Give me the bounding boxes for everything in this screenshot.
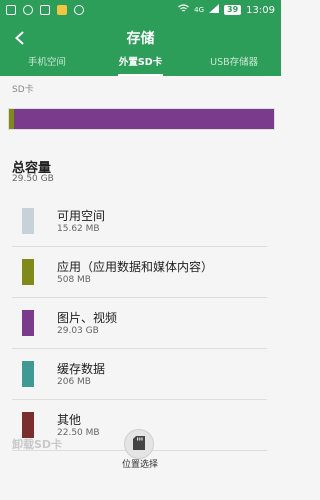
wifi-icon xyxy=(178,4,190,16)
gallery-icon xyxy=(40,5,50,15)
location-select-label: 位置选择 xyxy=(122,460,159,470)
tab-usb-storage[interactable]: USB存储器 xyxy=(187,56,281,76)
color-swatch xyxy=(22,361,34,387)
app-notification-icon xyxy=(57,5,67,15)
app-bar: 存储 xyxy=(0,20,281,56)
battery-indicator: 39 xyxy=(224,5,242,15)
category-size: 508 MB xyxy=(57,275,91,285)
back-chevron-icon[interactable] xyxy=(10,28,30,48)
storage-category-list: 可用空间 15.62 MB 应用（应用数据和媒体内容） 508 MB 图片、视频… xyxy=(0,196,281,451)
unmount-sd-label[interactable]: 卸载SD卡 xyxy=(12,436,62,452)
category-name: 图片、视频 xyxy=(57,311,118,325)
usage-bar xyxy=(8,108,275,130)
category-size: 29.03 GB xyxy=(57,326,99,336)
category-size: 206 MB xyxy=(57,377,91,387)
category-name: 缓存数据 xyxy=(57,362,106,376)
usage-segment-media xyxy=(13,109,274,129)
category-size: 22.50 MB xyxy=(57,428,100,438)
total-capacity-value: 29.50 GB xyxy=(12,174,54,184)
list-item-free-space[interactable]: 可用空间 15.62 MB xyxy=(12,196,267,247)
screenshot-icon xyxy=(6,5,16,15)
page-title: 存储 xyxy=(126,31,155,47)
color-swatch xyxy=(22,208,34,234)
category-name: 其他 xyxy=(57,413,82,427)
list-item-cache[interactable]: 缓存数据 206 MB xyxy=(12,349,267,400)
network-type: 4G xyxy=(194,6,205,14)
status-bar: 4G 39 13:09 xyxy=(0,0,281,20)
list-item-apps[interactable]: 应用（应用数据和媒体内容） 508 MB xyxy=(12,247,267,298)
list-item-pictures-videos[interactable]: 图片、视频 29.03 GB xyxy=(12,298,267,349)
signal-icon xyxy=(209,4,220,16)
category-name: 可用空间 xyxy=(57,209,106,223)
search-icon xyxy=(23,5,33,15)
headphones-icon xyxy=(74,5,84,15)
tab-phone-storage[interactable]: 手机空间 xyxy=(0,56,94,76)
location-select-button[interactable] xyxy=(124,429,154,459)
color-swatch xyxy=(22,412,34,438)
section-label-sd: SD卡 xyxy=(12,85,34,95)
category-size: 15.62 MB xyxy=(57,224,100,234)
color-swatch xyxy=(22,259,34,285)
color-swatch xyxy=(22,310,34,336)
storage-tabs: 手机空间 外置SD卡 USB存储器 xyxy=(0,56,281,76)
sd-card-icon xyxy=(133,435,145,454)
category-name: 应用（应用数据和媒体内容） xyxy=(57,260,214,274)
tab-external-sd[interactable]: 外置SD卡 xyxy=(94,56,188,76)
clock: 13:09 xyxy=(246,4,275,16)
